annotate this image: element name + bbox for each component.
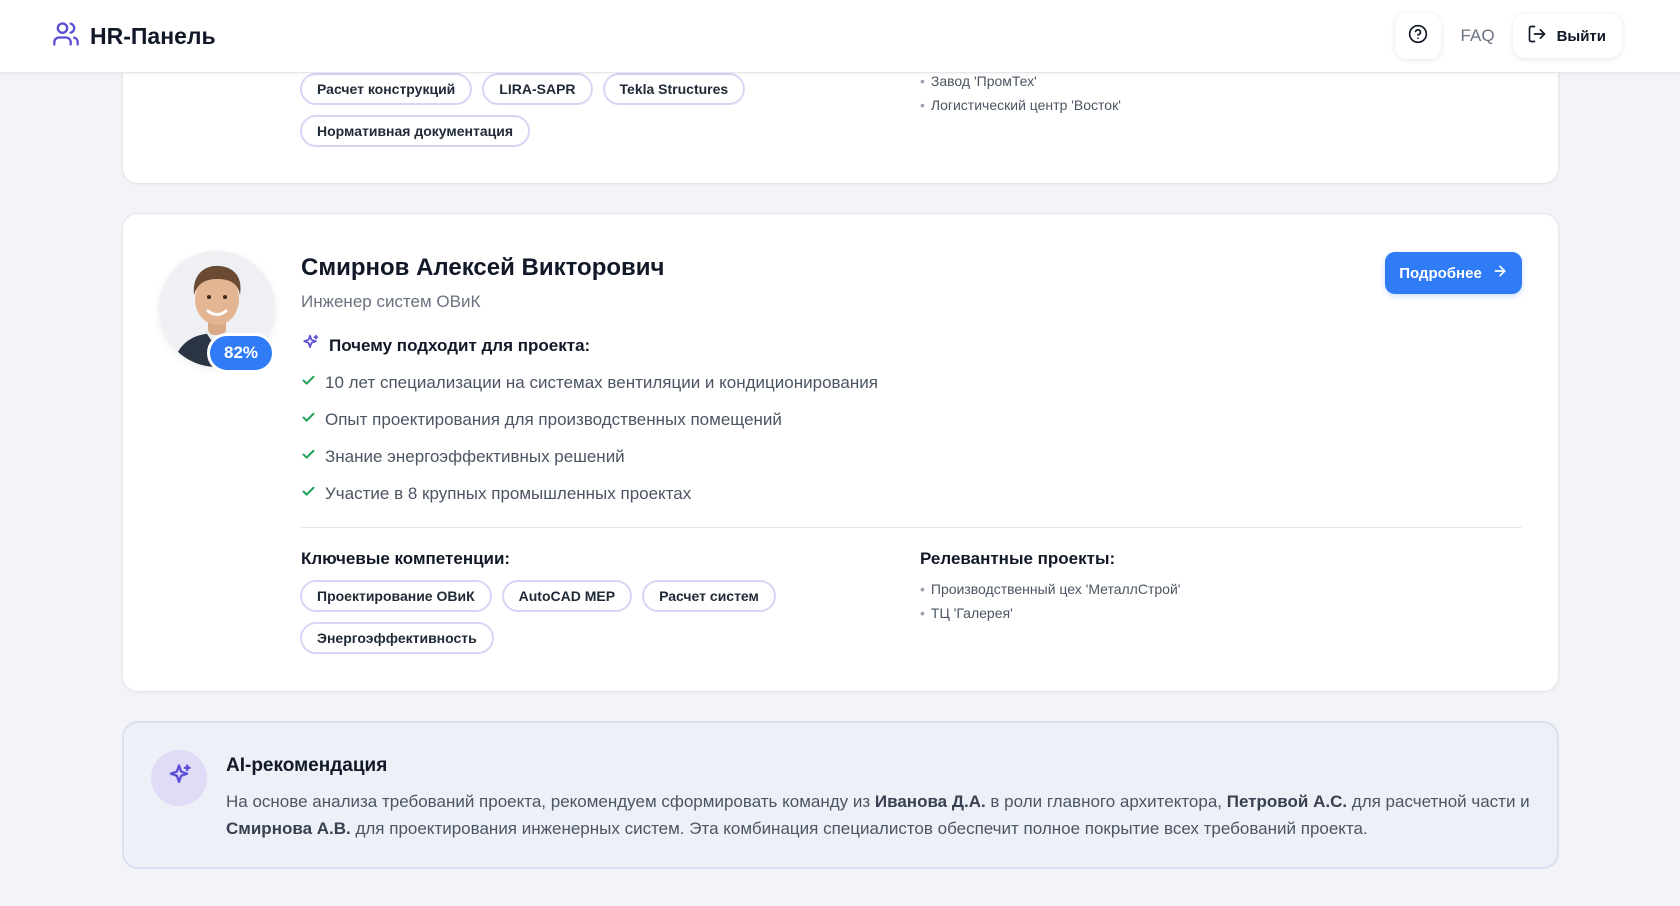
reason-text: Участие в 8 крупных промышленных проекта… xyxy=(325,483,692,503)
project-item: Логистический центр 'Восток' xyxy=(920,94,1121,118)
check-icon xyxy=(301,447,316,467)
reason-text: Опыт проектирования для производственных… xyxy=(325,409,782,429)
competency-chip: Tekla Structures xyxy=(602,73,746,105)
competency-chip: Расчет конструкций xyxy=(300,73,473,105)
top-header: HR-Панель FAQ Выйти xyxy=(0,0,1680,73)
project-item: Завод 'ПромТех' xyxy=(920,70,1121,94)
logout-label: Выйти xyxy=(1556,27,1606,45)
sparkles-icon xyxy=(300,333,320,358)
ai-text-part: в роли главного архитектора, xyxy=(985,792,1227,811)
reason-text: 10 лет специализации на системах вентиля… xyxy=(325,372,878,392)
competency-chip: Расчет систем xyxy=(642,580,776,612)
competency-chip: LIRA-SAPR xyxy=(482,73,593,105)
competency-chip: Энергоэффективность xyxy=(300,622,494,654)
project-list: Завод 'ПромТех' Логистический центр 'Вос… xyxy=(920,70,1121,117)
reason-item: Знание энергоэффективных решений xyxy=(301,438,878,475)
users-icon xyxy=(52,20,80,53)
sparkles-icon xyxy=(165,762,193,795)
divider xyxy=(301,527,1522,528)
match-score-badge: 82% xyxy=(207,333,276,373)
why-fit-title: Почему подходит для проекта: xyxy=(329,335,591,355)
details-label: Подробнее xyxy=(1399,264,1482,282)
ai-text-part: для расчетной части и xyxy=(1347,792,1530,811)
reason-text: Знание энергоэффективных решений xyxy=(325,446,625,466)
details-button[interactable]: Подробнее xyxy=(1385,252,1522,294)
candidate-card: 82% Смирнов Алексей Викторович Инженер с… xyxy=(122,213,1559,692)
competency-chips: Расчет конструкций LIRA-SAPR Tekla Struc… xyxy=(300,73,800,147)
logout-button[interactable]: Выйти xyxy=(1512,14,1622,58)
ai-recommendation: AI-рекомендация На основе анализа требов… xyxy=(122,721,1559,869)
logout-icon xyxy=(1527,24,1547,48)
competencies-title: Ключевые компетенции: xyxy=(301,549,511,568)
check-icon xyxy=(301,373,316,393)
competency-chip: Проектирование ОВиК xyxy=(300,580,492,612)
ai-icon-circle xyxy=(151,750,207,806)
project-item: Производственный цех 'МеталлСтрой' xyxy=(920,578,1181,602)
help-circle-icon xyxy=(1408,24,1428,49)
candidate-role: Инженер систем ОВиК xyxy=(301,292,481,311)
ai-text-part: На основе анализа требований проекта, ре… xyxy=(226,792,875,811)
arrow-right-icon xyxy=(1492,263,1508,283)
candidate-name: Смирнов Алексей Викторович xyxy=(301,254,665,281)
brand[interactable]: HR-Панель xyxy=(52,20,216,53)
help-button[interactable] xyxy=(1394,13,1441,59)
ai-text-name: Иванова Д.А. xyxy=(874,792,986,811)
reason-item: Опыт проектирования для производственных… xyxy=(301,401,878,438)
reason-item: 10 лет специализации на системах вентиля… xyxy=(301,364,878,401)
projects-title: Релевантные проекты: xyxy=(920,549,1116,568)
competency-chip: Нормативная документация xyxy=(300,115,531,147)
reason-item: Участие в 8 крупных промышленных проекта… xyxy=(301,475,878,512)
avatar-wrap: 82% xyxy=(159,251,276,373)
check-icon xyxy=(301,410,316,430)
reasons-list: 10 лет специализации на системах вентиля… xyxy=(301,364,878,512)
competency-chip: AutoCAD MEP xyxy=(501,580,633,612)
ai-text: На основе анализа требований проекта, ре… xyxy=(226,788,1536,842)
check-icon xyxy=(301,484,316,504)
why-fit-heading: Почему подходит для проекта: xyxy=(300,333,590,358)
header-actions: FAQ Выйти xyxy=(1394,13,1622,59)
ai-title: AI-рекомендация xyxy=(226,755,388,776)
project-list: Производственный цех 'МеталлСтрой' ТЦ 'Г… xyxy=(920,578,1181,626)
brand-title: HR-Панель xyxy=(90,22,216,49)
competency-chips: Проектирование ОВиК AutoCAD MEP Расчет с… xyxy=(300,580,800,654)
project-item: ТЦ 'Галерея' xyxy=(920,602,1180,626)
ai-text-name: Смирнова А.В. xyxy=(226,819,351,838)
ai-text-part: для проектирования инженерных систем. Эт… xyxy=(350,819,1368,838)
ai-text-name: Петровой А.С. xyxy=(1226,792,1348,811)
faq-link[interactable]: FAQ xyxy=(1449,26,1505,46)
